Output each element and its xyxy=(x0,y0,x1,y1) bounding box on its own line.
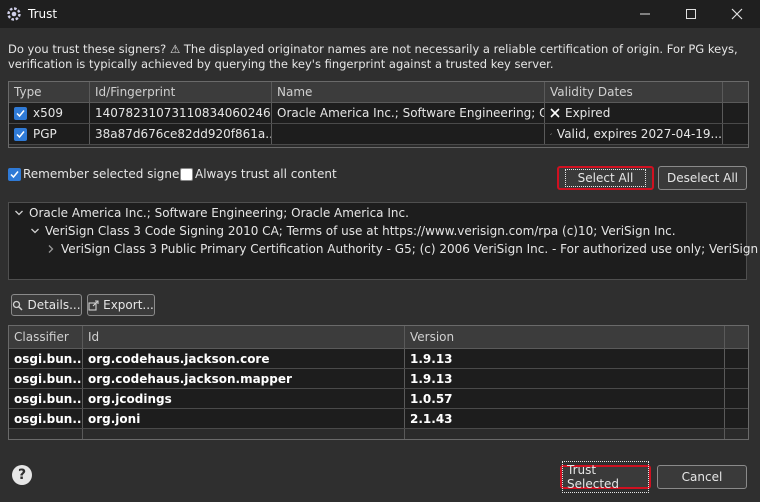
remember-signers-option[interactable]: Remember selected signers xyxy=(8,167,191,181)
maximize-button[interactable] xyxy=(668,0,714,28)
artifact-empty-row xyxy=(9,429,748,439)
chevron-down-icon[interactable] xyxy=(29,226,41,236)
signer-type: x509 xyxy=(33,106,64,120)
tree-node-label: VeriSign Class 3 Public Primary Certific… xyxy=(61,242,760,256)
trust-all-option[interactable]: Always trust all content xyxy=(180,167,337,181)
artifact-version: 1.9.13 xyxy=(405,349,725,368)
trust-description: Do you trust these signers? ⚠ The displa… xyxy=(8,42,738,71)
artifact-row[interactable]: osgi.bun... org.codehaus.jackson.mapper … xyxy=(9,369,748,389)
tree-node[interactable]: VeriSign Class 3 Public Primary Certific… xyxy=(45,240,760,258)
column-header-type[interactable]: Type xyxy=(9,82,90,102)
trust-all-checkbox[interactable] xyxy=(180,167,193,181)
chevron-right-icon[interactable] xyxy=(45,244,57,254)
artifact-classifier: osgi.bun... xyxy=(9,369,83,388)
column-header-version[interactable]: Version xyxy=(405,326,725,348)
signer-validity: Expired xyxy=(565,106,611,120)
select-all-button[interactable]: Select All xyxy=(557,166,654,190)
magnifier-icon xyxy=(13,300,23,311)
tree-node[interactable]: Oracle America Inc.; Software Engineerin… xyxy=(13,204,409,222)
artifact-id: org.joni xyxy=(83,409,405,428)
eclipse-gear-icon xyxy=(7,7,21,21)
export-icon xyxy=(88,299,99,311)
tree-node[interactable]: VeriSign Class 3 Code Signing 2010 CA; T… xyxy=(29,222,676,240)
remember-signers-label: Remember selected signers xyxy=(23,167,191,181)
trust-all-label: Always trust all content xyxy=(195,167,337,181)
title-bar: Trust xyxy=(0,0,760,28)
artifacts-table[interactable]: Classifier Id Version osgi.bun... org.co… xyxy=(8,325,749,440)
valid-check-icon xyxy=(550,133,552,135)
cancel-label: Cancel xyxy=(681,470,723,484)
signers-table[interactable]: Type Id/Fingerprint Name Validity Dates … xyxy=(8,81,749,148)
artifact-id: org.codehaus.jackson.core xyxy=(83,349,405,368)
artifact-id: org.jcodings xyxy=(83,389,405,408)
column-header-classifier[interactable]: Classifier xyxy=(9,326,83,348)
artifact-classifier: osgi.bun... xyxy=(9,349,83,368)
cancel-button[interactable]: Cancel xyxy=(657,465,747,489)
signer-type: PGP xyxy=(33,127,57,141)
close-button[interactable] xyxy=(714,0,760,28)
help-icon[interactable]: ? xyxy=(12,465,32,485)
artifact-row[interactable]: osgi.bun... org.joni 2.1.43 xyxy=(9,409,748,429)
signer-checkbox[interactable] xyxy=(14,127,27,141)
minimize-button[interactable] xyxy=(622,0,668,28)
signer-checkbox[interactable] xyxy=(14,106,27,120)
artifacts-header: Classifier Id Version xyxy=(9,326,748,349)
export-label: Export... xyxy=(103,298,154,312)
signer-row[interactable]: x509 14078231073110834060246... Oracle A… xyxy=(9,103,748,124)
signer-id: 38a87d676ce82dd920f861a... xyxy=(90,124,272,144)
signer-name xyxy=(272,124,545,144)
details-label: Details... xyxy=(27,298,81,312)
column-header-artifact-id[interactable]: Id xyxy=(83,326,405,348)
checkmark-icon xyxy=(16,130,25,138)
column-header-id[interactable]: Id/Fingerprint xyxy=(90,82,272,102)
signer-id: 14078231073110834060246... xyxy=(90,103,272,123)
trust-selected-label: Trust Selected xyxy=(562,461,649,493)
artifact-classifier: osgi.bun... xyxy=(9,409,83,428)
column-header-name[interactable]: Name xyxy=(272,82,545,102)
artifact-row[interactable]: osgi.bun... org.jcodings 1.0.57 xyxy=(9,389,748,409)
remember-signers-checkbox[interactable] xyxy=(8,167,21,181)
artifact-version: 2.1.43 xyxy=(405,409,725,428)
signers-header: Type Id/Fingerprint Name Validity Dates xyxy=(9,82,748,103)
artifact-id: org.codehaus.jackson.mapper xyxy=(83,369,405,388)
artifact-version: 1.9.13 xyxy=(405,369,725,388)
chevron-down-icon[interactable] xyxy=(13,208,25,218)
signer-name: Oracle America Inc.; Software Engineerin… xyxy=(272,103,545,123)
column-header-validity[interactable]: Validity Dates xyxy=(545,82,723,102)
tree-node-label: Oracle America Inc.; Software Engineerin… xyxy=(29,206,409,220)
signer-row[interactable]: PGP 38a87d676ce82dd920f861a... Valid, ex… xyxy=(9,124,748,145)
checkmark-icon xyxy=(16,109,25,117)
deselect-all-button[interactable]: Deselect All xyxy=(658,166,747,190)
select-all-label: Select All xyxy=(564,169,647,187)
certificate-chain-tree[interactable]: Oracle America Inc.; Software Engineerin… xyxy=(8,202,760,280)
artifact-row[interactable]: osgi.bun... org.codehaus.jackson.core 1.… xyxy=(9,349,748,369)
artifact-classifier: osgi.bun... xyxy=(9,389,83,408)
window-title: Trust xyxy=(28,7,58,21)
expired-x-icon xyxy=(550,108,560,118)
deselect-all-label: Deselect All xyxy=(667,171,738,185)
maximize-icon xyxy=(686,9,696,19)
tree-node-label: VeriSign Class 3 Code Signing 2010 CA; T… xyxy=(45,224,676,238)
close-icon xyxy=(731,8,743,20)
signer-validity: Valid, expires 2027-04-19... xyxy=(556,127,722,141)
details-button[interactable]: Details... xyxy=(11,294,82,316)
trust-selected-button[interactable]: Trust Selected xyxy=(560,461,651,493)
minimize-icon xyxy=(640,13,650,15)
artifact-version: 1.0.57 xyxy=(405,389,725,408)
checkmark-icon xyxy=(10,170,19,178)
export-button[interactable]: Export... xyxy=(87,294,155,316)
